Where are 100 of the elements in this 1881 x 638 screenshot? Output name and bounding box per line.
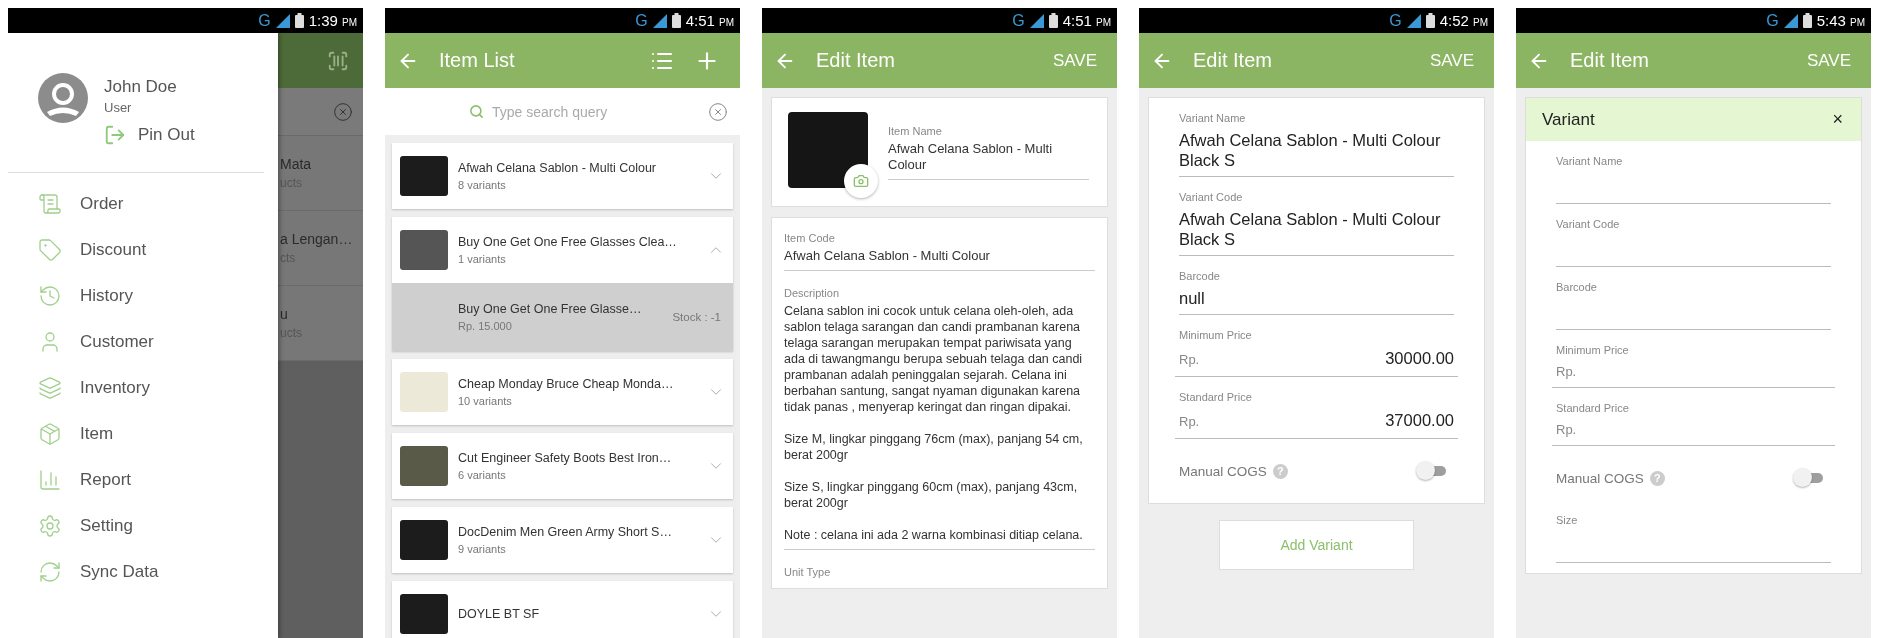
item-title: a Lengan… — [280, 231, 354, 247]
clear-icon[interactable] — [708, 101, 728, 122]
barcode-search-icon — [327, 49, 349, 72]
network-indicator: G — [258, 11, 271, 30]
history-icon — [38, 284, 62, 308]
battery-icon — [294, 13, 304, 28]
item-title: Mata — [280, 156, 313, 172]
variant-name: Buy One Get One Free Glasse… — [458, 302, 643, 316]
input-field[interactable]: null — [1179, 288, 1454, 315]
toggle-switch[interactable] — [1793, 468, 1823, 488]
settings-icon — [38, 514, 62, 538]
field-label: Standard Price — [1556, 402, 1630, 414]
description-field[interactable] — [784, 303, 1095, 550]
price-field[interactable]: Rp. 37000.00 — [1175, 409, 1458, 439]
exit-icon — [104, 124, 126, 146]
menu-item[interactable]: Inventory — [8, 365, 278, 411]
menu-item[interactable]: Order — [8, 181, 278, 227]
camera-icon — [853, 173, 869, 189]
layers-icon — [38, 376, 62, 400]
item-card[interactable]: Afwah Celana Sablon - Multi Colour 8 variants — [392, 143, 733, 209]
signal-icon — [652, 13, 667, 28]
price-field[interactable]: Rp. 30000.00 — [1175, 347, 1458, 377]
photo-placeholder — [400, 372, 448, 412]
network-indicator: G — [635, 11, 648, 30]
dialog-title: Variant — [1542, 109, 1595, 130]
screen-title: Edit Item — [1193, 49, 1273, 72]
battery-icon — [1802, 13, 1812, 28]
field-label: Variant Code — [1179, 191, 1244, 203]
toggle-label: Manual COGS — [1179, 463, 1267, 479]
menu-item[interactable]: Sync Data — [8, 549, 278, 595]
menu-item[interactable]: Report — [8, 457, 278, 503]
item-name: Cheap Monday Bruce Cheap Monda… — [458, 377, 675, 391]
item-name: Cut Engineer Safety Boots Best Iron… — [458, 451, 673, 465]
item-card[interactable]: Cheap Monday Bruce Cheap Monda… 10 variants — [392, 359, 733, 425]
sync-icon — [38, 560, 62, 584]
input-field[interactable]: Afwah Celana Sablon - Multi Colour — [784, 248, 1095, 271]
user-name: John Doe — [104, 77, 178, 97]
field-label: Variant Name — [1556, 155, 1624, 167]
field-label: Unit Type — [784, 566, 832, 578]
photo-placeholder — [400, 520, 448, 560]
network-indicator: G — [1766, 11, 1779, 30]
screen-title: Item List — [439, 49, 516, 72]
variant-count: 10 variants — [458, 395, 513, 407]
status-time: 4:51 PM — [685, 12, 734, 29]
item-name: Afwah Celana Sablon - Multi Colour — [458, 161, 658, 175]
field-label: Item Code — [784, 232, 836, 244]
network-indicator: G — [1389, 11, 1402, 30]
menu-item[interactable]: Setting — [8, 503, 278, 549]
toggle-label: Manual COGS — [1556, 470, 1644, 486]
menu-item[interactable]: History — [8, 273, 278, 319]
screen-title: Edit Item — [816, 49, 896, 72]
input-field[interactable]: Afwah Celana Sablon - Multi Colour Black S — [1179, 130, 1454, 177]
field-label: Variant Name — [1179, 112, 1247, 124]
battery-icon — [1425, 13, 1435, 28]
variant-count: 6 variants — [458, 469, 507, 481]
menu-item[interactable]: Discount — [8, 227, 278, 273]
tag-icon — [38, 238, 62, 262]
field-label: Variant Code — [1556, 218, 1621, 230]
item-name: DocDenim Men Green Army Short S… — [458, 525, 673, 539]
item-card[interactable]: DocDenim Men Green Army Short S… 9 variants — [392, 507, 733, 573]
field-label: Standard Price — [1179, 391, 1253, 403]
search-icon — [469, 104, 484, 119]
signal-icon — [1029, 13, 1044, 28]
input-field[interactable]: Afwah Celana Sablon - Multi Colour Black S — [1179, 209, 1454, 256]
price-field[interactable]: Rp. — [1552, 362, 1835, 388]
search-field[interactable]: Type search query — [490, 102, 624, 121]
user-role: User — [104, 100, 133, 115]
variant-count: 1 variants — [458, 253, 507, 265]
variant-count: 9 variants — [458, 543, 507, 555]
variant-price: Rp. 15.000 — [458, 320, 513, 332]
photo-placeholder — [400, 594, 448, 634]
close-button[interactable]: × — [1828, 109, 1847, 130]
status-time: 4:52 PM — [1439, 12, 1488, 29]
screen-title: Edit Item — [1570, 49, 1650, 72]
photo-placeholder — [400, 230, 448, 270]
clear-icon — [333, 101, 353, 122]
photo-placeholder — [400, 156, 448, 196]
field-label: Minimum Price — [1556, 344, 1630, 356]
variant-count: 8 variants — [458, 179, 507, 191]
item-card[interactable]: Cut Engineer Safety Boots Best Iron… 6 variants — [392, 433, 733, 499]
camera-button[interactable] — [844, 164, 878, 198]
menu-item[interactable]: Customer — [8, 319, 278, 365]
variant-row[interactable]: Buy One Get One Free Glasse… Rp. 15.000 Stock : -1 — [392, 283, 733, 351]
input-field[interactable]: Afwah Celana Sablon - Multi Colour — [888, 140, 1089, 180]
stock-text: Stock : -1 — [672, 311, 721, 323]
bar-chart-icon — [38, 468, 62, 492]
item-name: Buy One Get One Free Glasses Clea… — [458, 235, 678, 249]
photo-placeholder — [400, 446, 448, 486]
price-field[interactable]: Rp. — [1552, 420, 1835, 446]
description-text: Celana sablon ini cocok untuk celana oleh-oleh, ada sablon telaga sarangan dan candi prambanan karena telaga sarangan merupakan tempat pariwisata yang ada di tawangmangu berupa sebuah telaga dan candi prambanan adalah peninggalan sejarah. Celana ini berbahan santung, sangat nyaman digunakan karena tidak panas , menyerap keringat dan ringan dipakai. — [784, 303, 1084, 415]
battery-icon — [1048, 13, 1058, 28]
description-text: Note : celana ini ada 2 warna kombinasi ditiap celana. — [784, 527, 1084, 543]
battery-icon — [671, 13, 681, 28]
toggle-switch[interactable] — [1416, 461, 1446, 481]
pin-out-button[interactable]: Pin Out — [104, 118, 195, 146]
item-card[interactable]: Buy One Get One Free Glasses Clea… 1 variants Buy One Get One Free Glasse… Rp. 15.000 Stock : -1 — [392, 217, 733, 351]
signal-icon — [1783, 13, 1798, 28]
menu-item[interactable]: Item — [8, 411, 278, 457]
item-card[interactable]: DOYLE BT SF — [392, 581, 733, 638]
receipt-icon — [38, 192, 62, 216]
